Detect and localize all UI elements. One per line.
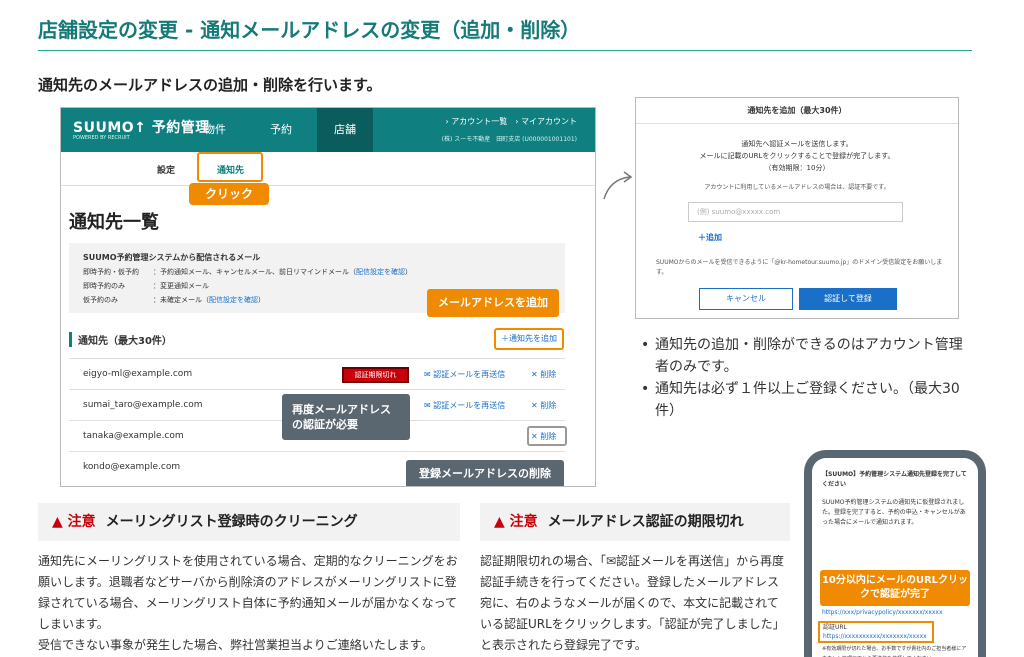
warning-icon: ▲ 注意	[494, 514, 538, 530]
delivery-setting-link[interactable]: 配信設定を確認	[209, 296, 258, 304]
account-user: (株) スーモ不動産 田町支店 (U000001001101)	[441, 136, 577, 143]
delete-button[interactable]: ✕ 削除	[531, 421, 556, 452]
caution-body: 認証期限切れの場合、「✉認証メールを再送信」から再度認証手続きを行ってください。…	[480, 554, 785, 652]
caution-expired: ▲ 注意 メールアドレス認証の期限切れ 認証期限切れの場合、「✉認証メールを再送信…	[480, 503, 790, 656]
nav-tab-property[interactable]: 物件	[187, 108, 243, 152]
delete-callout: 登録メールアドレスの削除	[406, 460, 564, 486]
caution-heading: ▲ 注意 メールアドレス認証の期限切れ	[480, 503, 790, 541]
click-highlight	[197, 152, 263, 182]
click-callout: クリック	[189, 183, 269, 205]
resend-button[interactable]: ✉ 認証メールを再送信	[424, 359, 505, 390]
reauth-callout: 再度メールアドレスの認証が必要	[282, 394, 410, 440]
delivery-setting-link[interactable]: 配信設定を確認	[356, 268, 405, 276]
recipient-row: eigyo-ml@example.com 認証期限切れ ✉ 認証メールを再送信 …	[69, 358, 565, 389]
lead-text: 通知先のメールアドレスの追加・削除を行います。	[38, 76, 382, 94]
dialog-note: アカウントに利用しているメールアドレスの場合は、認証不要です。	[704, 184, 890, 191]
recipient-email: tanaka@example.com	[83, 431, 184, 441]
logo-subtitle: POWERED BY RECRUIT	[73, 135, 130, 141]
caution-mailing-list: ▲ 注意 メーリングリスト登録時のクリーニング 通知先にメーリングリストを使用され…	[38, 503, 460, 656]
caution-heading: ▲ 注意 メーリングリスト登録時のクリーニング	[38, 503, 460, 541]
recipient-email: sumai_taro@example.com	[83, 400, 203, 410]
recipient-email: eigyo-ml@example.com	[83, 369, 193, 379]
warning-icon: ▲ 注意	[52, 514, 96, 530]
policy-link[interactable]: https://xxx/privacypolicy/xxxxxxx/xxxxx	[822, 608, 943, 618]
sub-navigation: 設定 通知先	[61, 152, 595, 186]
verify-url-link[interactable]: https://xxxxxxxxxx/xxxxxxx/xxxxx	[823, 632, 932, 641]
bullet-item: 通知先は必ず１件以上ご登録ください。（最大30件）	[641, 378, 971, 422]
delete-button[interactable]: ✕ 削除	[531, 390, 556, 421]
add-recipient-dialog: 通知先を追加（最大30件） 通知先へ認証メールを送信します。 メールに記載のUR…	[635, 97, 959, 319]
recipient-email: kondo@example.com	[83, 462, 181, 472]
title-divider	[38, 50, 972, 51]
verify-callout: 10分以内にメールのURLクリックで認証が完了	[820, 570, 970, 606]
cancel-button[interactable]: キャンセル	[699, 288, 793, 310]
arrow-icon	[603, 171, 633, 200]
phone-screen: 【SUUMO】予約管理システム通知先登録を完了してください SUUMO予約管理シ…	[812, 458, 978, 657]
email-footnote: ※有効期限が切れた場合、お手数ですが貴社内のご担当者様にアカウント管理画面から再…	[822, 646, 967, 657]
dialog-title: 通知先を追加（最大30件）	[636, 98, 958, 124]
info-row: 即時予約・仮予約 ：予約通知メール、キャンセルメール、前日リマインドメール（配信設…	[83, 268, 412, 276]
email-body: SUUMO予約管理システムの通知先に仮登録されました。登録を完了すると、予約の申…	[822, 499, 966, 526]
resend-button[interactable]: ✉ 認証メールを再送信	[424, 390, 505, 421]
list-title: 通知先一覧	[69, 212, 159, 233]
add-recipient-button[interactable]: ＋通知先を追加	[494, 328, 564, 350]
url-label: 認証URL	[823, 624, 847, 631]
bullet-item: 通知先の追加・削除ができるのはアカウント管理者のみです。	[641, 334, 971, 378]
verify-url-box: 認証URL https://xxxxxxxxxx/xxxxxxx/xxxxx	[818, 621, 934, 643]
page-title: 店舗設定の変更 - 通知メールアドレスの変更（追加・削除）	[38, 18, 581, 42]
app-header: SUUMO↑ 予約管理 POWERED BY RECRUIT 物件 予約 店舗 …	[61, 108, 595, 152]
dialog-message: 通知先へ認証メールを送信します。 メールに記載のURLをクリックすることで登録が…	[699, 140, 895, 172]
settings-screenshot: SUUMO↑ 予約管理 POWERED BY RECRUIT 物件 予約 店舗 …	[60, 107, 596, 487]
account-links[interactable]: › アカウント一覧 › マイアカウント	[446, 116, 577, 127]
nav-tab-store[interactable]: 店舗	[317, 108, 373, 152]
section-heading: 通知先（最大30件）	[69, 332, 172, 347]
expired-badge: 認証期限切れ	[342, 367, 409, 383]
email-input[interactable]: (例) suumo@xxxxx.com	[688, 202, 903, 222]
delete-button[interactable]: ✕ 削除	[531, 359, 556, 390]
subtab-settings[interactable]: 設定	[157, 163, 175, 176]
bullet-list: 通知先の追加・削除ができるのはアカウント管理者のみです。 通知先は必ず１件以上ご…	[641, 334, 971, 422]
nav-tab-reservation[interactable]: 予約	[253, 108, 309, 152]
email-subject: 【SUUMO】予約管理システム通知先登録を完了してください	[822, 471, 967, 488]
verify-register-button[interactable]: 認証して登録	[799, 288, 897, 310]
add-callout: メールアドレスを追加	[427, 289, 559, 317]
info-heading: SUUMO予約管理システムから配信されるメール	[83, 253, 261, 262]
add-row-button[interactable]: ＋追加	[698, 232, 722, 243]
phone-mockup: 【SUUMO】予約管理システム通知先登録を完了してください SUUMO予約管理シ…	[804, 450, 986, 657]
domain-note: SUUMOからのメールを受信できるように「@kr-hometour.suumo.…	[656, 259, 943, 276]
caution-body: 通知先にメーリングリストを使用されている場合、定期的なクリーニングをお願いします…	[38, 554, 458, 652]
